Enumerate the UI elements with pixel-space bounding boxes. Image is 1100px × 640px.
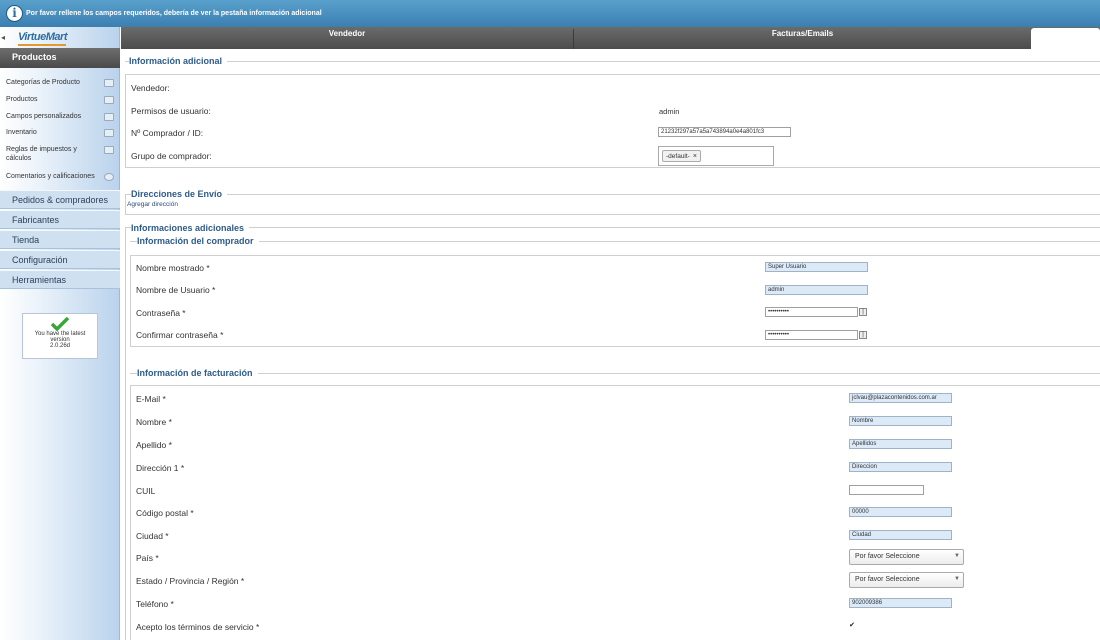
codigo-postal-input[interactable]: 00000	[849, 507, 952, 517]
estado-select-value: Por favor Seleccione	[855, 576, 920, 583]
email-label: E-Mail *	[136, 394, 166, 404]
info-icon: i	[6, 5, 23, 22]
pais-label: País *	[136, 553, 159, 563]
sidebar-menu-pedidos[interactable]: Pedidos & compradores	[0, 190, 120, 209]
nombre-mostrado-label: Nombre mostrado *	[136, 263, 210, 273]
custom-fields-icon	[104, 113, 114, 121]
reviews-icon	[104, 173, 114, 181]
confirmar-contrasena-input[interactable]: ••••••••••	[765, 330, 858, 340]
comprador-id-input[interactable]: 21232f297a57a5a743894a0e4a801fc3	[658, 127, 791, 137]
vendedor-label: Vendedor:	[131, 83, 170, 93]
permisos-value: admin	[659, 107, 680, 116]
sidebar-item-label: Campos personalizados	[6, 113, 82, 120]
sidebar-item-label: Productos	[6, 96, 38, 103]
section-divider	[125, 194, 1100, 195]
version-box: You have the latest version 2.0.26d	[22, 313, 98, 359]
nombre-usuario-label: Nombre de Usuario *	[136, 285, 216, 295]
sidebar-item-label: Reglas de impuestos y cálculos	[6, 146, 77, 162]
tab-active-blank[interactable]	[1031, 28, 1100, 49]
estado-select[interactable]: Por favor Seleccione ▼	[849, 572, 964, 588]
virtuemart-logo[interactable]: VirtueMart	[18, 31, 68, 43]
cuil-input[interactable]	[849, 485, 924, 495]
comprador-title: Información del comprador	[137, 236, 259, 246]
category-icon	[104, 79, 114, 87]
facturacion-title: Información de facturación	[137, 368, 258, 378]
estado-label: Estado / Provincia / Región *	[136, 576, 245, 586]
section-divider	[125, 61, 1100, 62]
pais-select[interactable]: Por favor Seleccione ▼	[849, 549, 964, 565]
sidebar-item-label: Categorías de Producto	[6, 79, 80, 86]
contrasena-label: Contraseña *	[136, 308, 186, 318]
section-border	[125, 227, 126, 640]
codigo-postal-label: Código postal *	[136, 508, 194, 518]
tax-icon	[104, 146, 114, 154]
tab-facturas-emails[interactable]: Facturas/Emails	[573, 29, 1031, 49]
section-border	[125, 194, 126, 214]
pais-select-value: Por favor Seleccione	[855, 553, 920, 560]
section-divider	[130, 373, 1100, 374]
sidebar: ◂ VirtueMart Productos Categorías de Pro…	[0, 27, 120, 640]
comprador-box	[130, 255, 1100, 347]
nombre-label: Nombre *	[136, 417, 172, 427]
inventory-icon	[104, 129, 114, 137]
grupo-tag-label: -default-	[666, 153, 690, 160]
apellido-label: Apellido *	[136, 440, 172, 450]
ciudad-input[interactable]: Ciudad	[849, 530, 952, 540]
grupo-select[interactable]: -default- ×	[658, 146, 774, 166]
info-adicional-title: Información adicional	[129, 56, 228, 66]
sidebar-item-label: Inventario	[6, 129, 37, 136]
ciudad-label: Ciudad *	[136, 531, 169, 541]
informaciones-title: Informaciones adicionales	[131, 223, 250, 233]
collapse-arrow-icon[interactable]: ◂	[1, 33, 5, 42]
products-icon	[104, 96, 114, 104]
sidebar-item-label: Comentarios y calificaciones	[6, 173, 95, 180]
nombre-mostrado-input[interactable]: Super Usuario	[765, 262, 868, 272]
logo-underline	[18, 44, 66, 46]
password-toggle-icon[interactable]: |	[859, 308, 867, 316]
tab-vendedor[interactable]: Vendedor	[121, 29, 573, 49]
direccion-label: Dirección 1 *	[136, 463, 185, 473]
notice-bar: i Por favor rellene los campos requerido…	[0, 0, 1100, 27]
main-content: Vendedor Facturas/Emails Información adi…	[121, 27, 1100, 640]
section-divider	[125, 227, 1100, 228]
contrasena-input[interactable]: ••••••••••	[765, 307, 858, 317]
confirmar-contrasena-label: Confirmar contraseña *	[136, 330, 224, 340]
chevron-down-icon: ▼	[954, 576, 960, 582]
terminos-label: Acepto los términos de servicio *	[136, 622, 260, 632]
info-adicional-box	[125, 74, 1100, 168]
sidebar-menu-herramientas[interactable]: Herramientas	[0, 270, 120, 289]
email-input[interactable]: jclvau@plazacontenidos.com.ar	[849, 393, 952, 403]
logo-row: ◂ VirtueMart	[0, 30, 120, 46]
tab-bar: Vendedor Facturas/Emails	[121, 27, 1100, 49]
chevron-down-icon: ▼	[954, 553, 960, 559]
grupo-label: Grupo de comprador:	[131, 151, 212, 161]
agregar-direccion-link[interactable]: Agregar dirección	[127, 201, 178, 208]
cuil-label: CUIL	[136, 486, 156, 496]
sidebar-menu-configuracion[interactable]: Configuración	[0, 250, 120, 269]
remove-tag-icon[interactable]: ×	[693, 153, 697, 160]
sidebar-menu-tienda[interactable]: Tienda	[0, 230, 120, 249]
permisos-label: Permisos de usuario:	[131, 106, 211, 116]
direccion-input[interactable]: Direccion	[849, 462, 952, 472]
telefono-label: Teléfono *	[136, 599, 174, 609]
facturacion-box	[130, 385, 1100, 640]
version-line3: 2.0.26d	[49, 343, 71, 349]
terminos-checkbox[interactable]: ✔	[848, 622, 856, 630]
telefono-input[interactable]: 902009386	[849, 598, 952, 608]
password-toggle-icon[interactable]: |	[859, 331, 867, 339]
sidebar-menu-fabricantes[interactable]: Fabricantes	[0, 210, 120, 229]
check-icon	[51, 317, 69, 331]
section-divider	[130, 241, 1100, 242]
sidebar-section-productos[interactable]: Productos	[0, 48, 120, 68]
grupo-tag: -default- ×	[662, 150, 701, 162]
apellido-input[interactable]: Apellidos	[849, 439, 952, 449]
notice-message: Por favor rellene los campos requeridos,…	[26, 10, 322, 17]
nombre-input[interactable]: Nombre	[849, 416, 952, 426]
comprador-label: Nº Comprador / ID:	[131, 128, 204, 138]
section-divider	[125, 214, 1100, 215]
nombre-usuario-input[interactable]: admin	[765, 285, 868, 295]
direcciones-title: Direcciones de Envío	[131, 189, 228, 199]
